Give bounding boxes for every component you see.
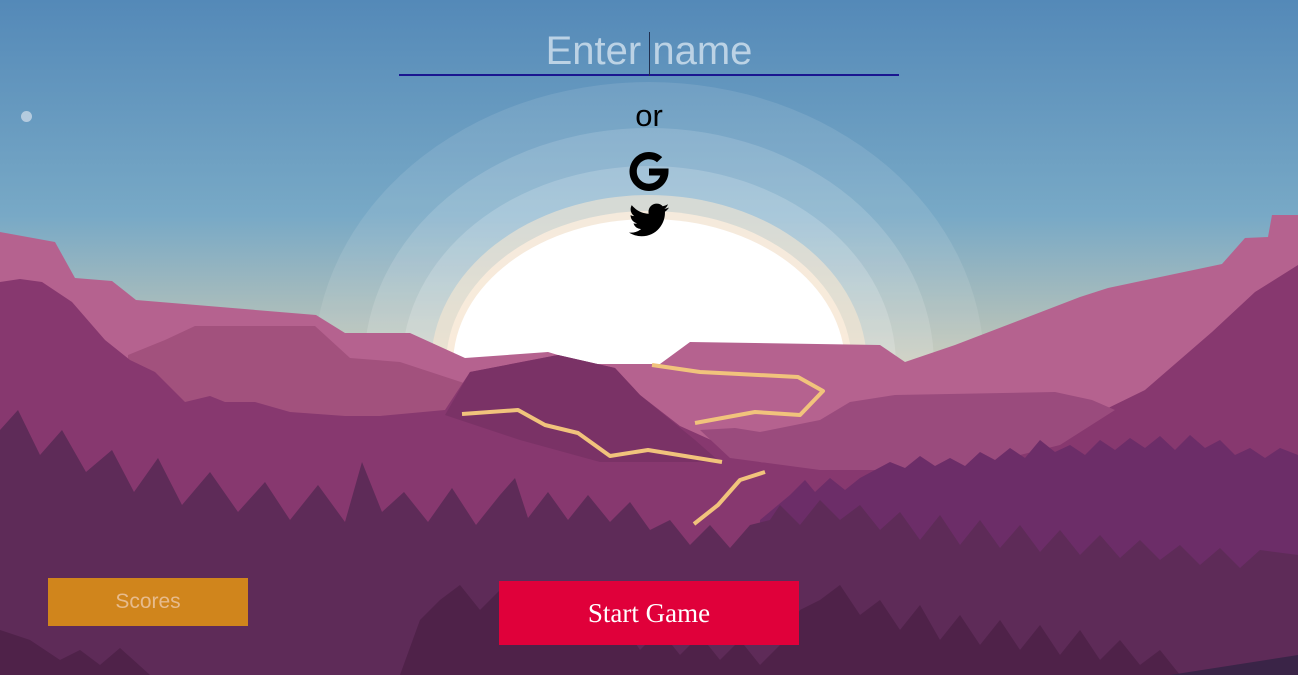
text-caret	[649, 32, 650, 76]
google-login-button[interactable]	[624, 147, 674, 193]
start-game-button[interactable]: Start Game	[499, 581, 799, 645]
google-icon	[629, 152, 669, 191]
twitter-login-button[interactable]	[624, 196, 674, 242]
indicator-dot	[21, 111, 32, 122]
or-separator: or	[635, 98, 663, 133]
twitter-icon	[628, 203, 670, 237]
scores-button[interactable]: Scores	[48, 578, 248, 626]
